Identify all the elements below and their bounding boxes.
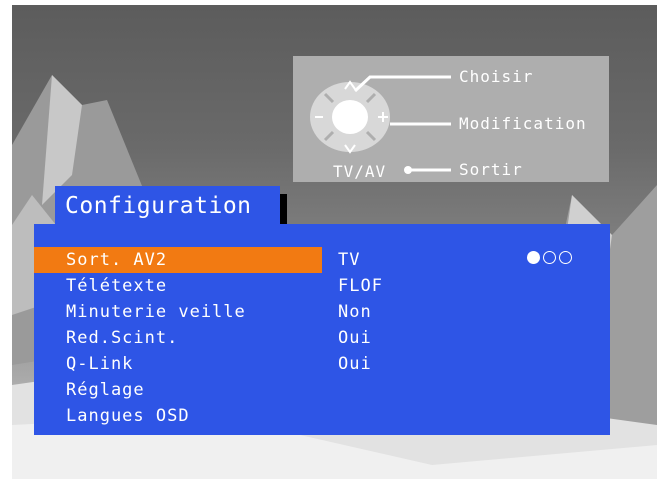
menu-item-label: Sort. AV2 — [66, 250, 168, 270]
menu-item-label: Minuterie veille — [66, 302, 246, 322]
menu-title: Configuration — [55, 186, 280, 226]
menu-item-value: TV — [338, 250, 361, 270]
menu-item-red-scint[interactable]: Red.Scint. Oui — [34, 325, 610, 351]
menu-item-label: Q-Link — [66, 354, 134, 374]
menu-item-value: Oui — [338, 354, 372, 374]
tvav-label: TV/AV — [333, 162, 387, 181]
configuration-menu: Sort. AV2 TV Télétexte FLOF Minuterie ve… — [34, 224, 610, 435]
menu-item-label: Red.Scint. — [66, 328, 179, 348]
menu-item-value: Oui — [338, 328, 372, 348]
help-choose-label: Choisir — [459, 67, 534, 86]
menu-item-value: Non — [338, 302, 372, 322]
menu-item-label: Télétexte — [66, 276, 168, 296]
help-modify-label: Modification — [459, 114, 587, 133]
remote-help-panel: Choisir Modification Sortir TV/AV — [293, 56, 609, 182]
menu-item-sort-av2[interactable]: Sort. AV2 TV — [34, 247, 610, 273]
option-dot-active — [527, 251, 540, 264]
menu-item-reglage[interactable]: Réglage — [34, 377, 610, 403]
menu-item-label: Langues OSD — [66, 406, 190, 426]
option-dot — [543, 251, 556, 264]
menu-item-q-link[interactable]: Q-Link Oui — [34, 351, 610, 377]
menu-item-minuterie-veille[interactable]: Minuterie veille Non — [34, 299, 610, 325]
menu-item-value: FLOF — [338, 276, 383, 296]
menu-item-label: Réglage — [66, 380, 145, 400]
option-indicator — [527, 251, 572, 264]
menu-item-teletexte[interactable]: Télétexte FLOF — [34, 273, 610, 299]
help-exit-label: Sortir — [459, 160, 523, 179]
menu-item-langues-osd[interactable]: Langues OSD — [34, 403, 610, 429]
option-dot — [559, 251, 572, 264]
